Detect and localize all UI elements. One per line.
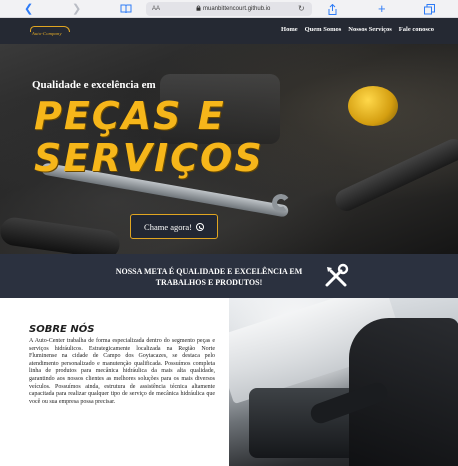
url-text: muanbittencourt.github.io [203,6,271,12]
about-title: SOBRE NÓS [29,324,95,335]
site-header: Auto-Company Home Quem Somos Nossos Serv… [0,18,458,44]
mechanic-photo [229,298,458,466]
bookmarks-icon[interactable] [120,3,132,15]
nav-link-fale-conosco[interactable]: Fale conosco [399,26,434,33]
hero-headline-line2: SERVIÇOS [34,136,264,180]
browser-toolbar: ❮ ❯ AA muanbittencourt.github.io ↻ + [0,0,458,18]
hero-hose [0,215,122,254]
hero-tagline: Qualidade e excelência em [32,79,156,91]
nav-link-home[interactable]: Home [281,26,298,33]
logo[interactable]: Auto-Company [30,26,70,36]
share-icon[interactable] [328,3,337,15]
url-display: muanbittencourt.github.io [196,5,270,13]
nav-link-nossos-servicos[interactable]: Nossos Serviços [348,26,392,33]
forward-icon[interactable]: ❯ [72,3,81,15]
reload-icon[interactable]: ↻ [298,4,307,13]
call-now-button[interactable]: Chame agora! [130,214,218,239]
mission-banner: NOSSA META É QUALIDADE E EXCELÊNCIA EM T… [0,254,458,298]
lock-icon [196,5,201,13]
nav-link-quem-somos[interactable]: Quem Somos [305,26,342,33]
address-bar[interactable]: AA muanbittencourt.github.io ↻ [146,2,312,16]
tabs-icon[interactable] [424,3,435,15]
new-tab-icon[interactable]: + [378,2,386,15]
tools-icon [325,263,349,287]
whatsapp-icon [195,222,204,231]
hero-oil-cap [348,86,398,126]
mission-text: NOSSA META É QUALIDADE E EXCELÊNCIA EM T… [115,267,303,287]
back-icon[interactable]: ❮ [24,3,33,15]
about-section: SOBRE NÓS A Auto-Center trabalha de form… [0,298,458,466]
hero-headline-line1: PEÇAS E [34,94,226,138]
call-now-label: Chame agora! [144,221,192,232]
hero-section: Qualidade e excelência em PEÇAS E SERVIÇ… [0,44,458,254]
hero-hose [331,135,458,215]
about-text: A Auto-Center trabalha de forma especial… [29,338,215,405]
reader-mode-button[interactable]: AA [152,6,160,12]
logo-text: Auto-Company [32,31,62,36]
main-nav: Home Quem Somos Nossos Serviços Fale con… [281,26,434,33]
